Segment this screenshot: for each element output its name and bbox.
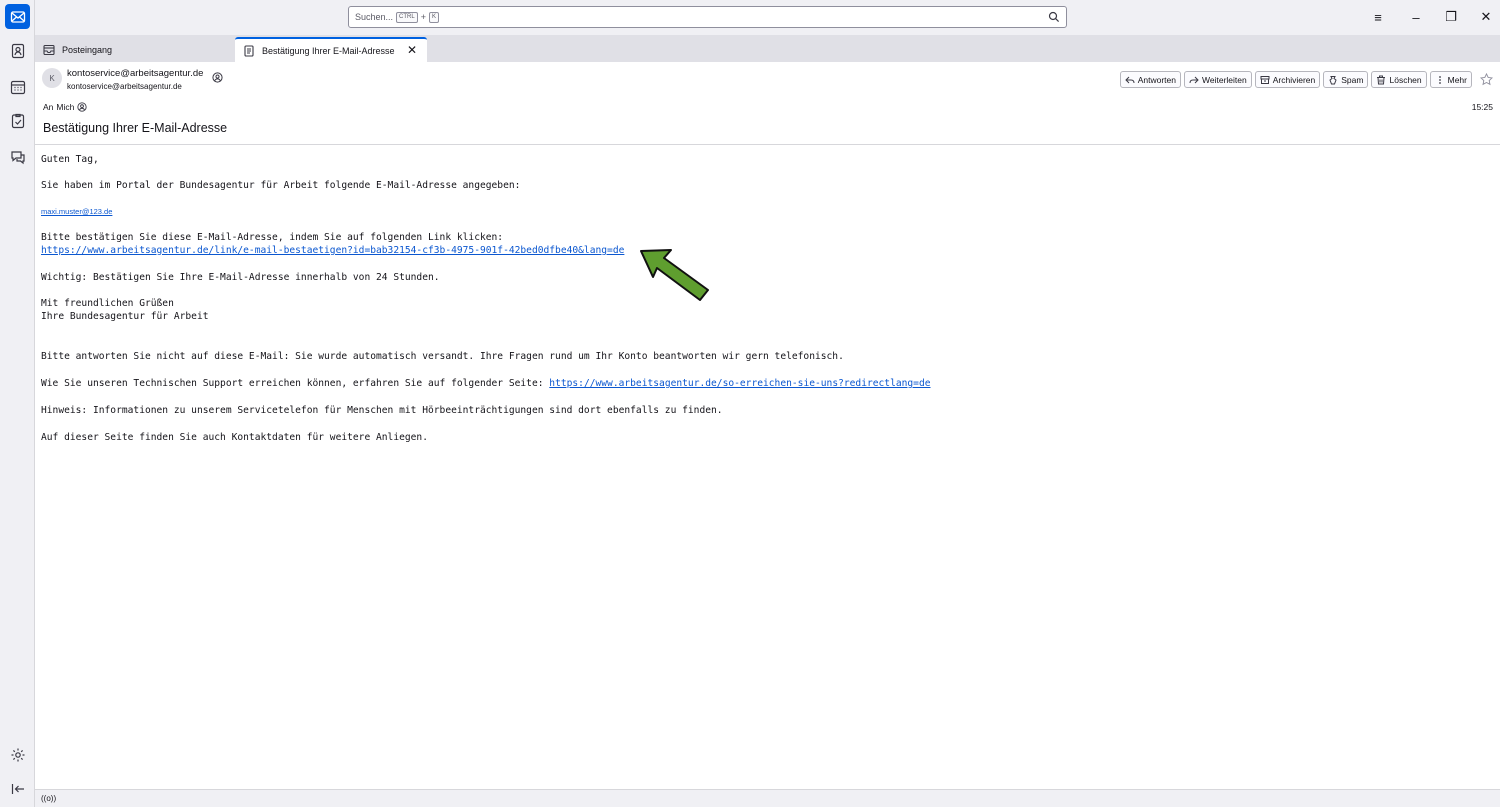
settings-button[interactable] bbox=[5, 742, 30, 767]
annotation-arrow-icon bbox=[640, 249, 709, 301]
delete-button[interactable]: Löschen bbox=[1371, 71, 1427, 88]
support-link[interactable]: https://www.arbeitsagentur.de/so-erreich… bbox=[549, 378, 930, 389]
closing-line-2: Ihre Bundesagentur für Arbeit bbox=[41, 311, 209, 322]
confirm-text: Bitte bestätigen Sie diese E-Mail-Adress… bbox=[41, 232, 504, 243]
forward-icon bbox=[1189, 76, 1199, 83]
intro-text: Sie haben im Portal der Bundesagentur fü… bbox=[41, 180, 521, 191]
message-subject: Bestätigung Ihrer E-Mail-Adresse bbox=[43, 121, 228, 135]
noreply-text: Bitte antworten Sie nicht auf diese E-Ma… bbox=[41, 351, 844, 362]
sender-email[interactable]: kontoservice@arbeitsagentur.de bbox=[67, 82, 182, 91]
tasks-icon bbox=[11, 113, 24, 128]
contact-text: Auf dieser Seite finden Sie auch Kontakt… bbox=[41, 432, 428, 443]
contact-icon[interactable] bbox=[77, 102, 87, 112]
close-window-button[interactable]: ✕ bbox=[1474, 6, 1498, 28]
hint-text: Hinweis: Informationen zu unserem Servic… bbox=[41, 405, 723, 416]
to-label: An bbox=[43, 102, 54, 112]
tab-inbox-label: Posteingang bbox=[62, 44, 113, 55]
spam-icon bbox=[1329, 75, 1337, 84]
spam-button[interactable]: Spam bbox=[1323, 71, 1369, 88]
important-text: Wichtig: Bestätigen Sie Ihre E-Mail-Adre… bbox=[41, 272, 440, 283]
title-bar: Suchen... CTRL + K ≡ – ❐ ✕ bbox=[35, 0, 1500, 35]
mail-space-button[interactable] bbox=[5, 4, 30, 29]
message-header: K kontoservice@arbeitsagentur.de kontose… bbox=[35, 62, 1500, 145]
shortcut-key-ctrl: CTRL bbox=[396, 11, 418, 23]
support-text: Wie Sie unseren Technischen Support erre… bbox=[41, 378, 550, 389]
minimize-button[interactable]: – bbox=[1404, 6, 1428, 28]
archive-label: Archivieren bbox=[1272, 74, 1316, 85]
recipient-line: An Mich bbox=[43, 102, 87, 112]
online-status-icon[interactable]: ((o)) bbox=[41, 794, 56, 803]
app-menu-button[interactable]: ≡ bbox=[1366, 6, 1390, 28]
greeting: Guten Tag, bbox=[41, 154, 99, 165]
tab-inbox[interactable]: Posteingang bbox=[35, 37, 233, 62]
inbox-icon bbox=[43, 44, 55, 56]
tab-strip: Posteingang Bestätigung Ihrer E-Mail-Adr… bbox=[35, 35, 1500, 62]
forward-button[interactable]: Weiterleiten bbox=[1184, 71, 1252, 88]
search-placeholder: Suchen... bbox=[355, 12, 394, 22]
spaces-toolbar bbox=[0, 0, 35, 807]
chat-space-button[interactable] bbox=[5, 144, 30, 169]
sender-name[interactable]: kontoservice@arbeitsagentur.de bbox=[67, 68, 203, 79]
tab-message-label: Bestätigung Ihrer E-Mail-Adresse bbox=[262, 45, 395, 56]
archive-icon bbox=[1260, 75, 1270, 84]
message-icon bbox=[243, 44, 255, 57]
addressbook-space-button[interactable] bbox=[5, 38, 30, 63]
to-value[interactable]: Mich bbox=[56, 102, 74, 112]
message-time: 15:25 bbox=[1471, 102, 1493, 112]
more-label: Mehr bbox=[1447, 74, 1467, 85]
add-contact-icon[interactable] bbox=[212, 72, 223, 83]
reply-icon bbox=[1125, 76, 1135, 83]
reply-button[interactable]: Antworten bbox=[1119, 71, 1181, 88]
addressbook-icon bbox=[11, 43, 24, 58]
gear-icon bbox=[11, 748, 24, 761]
confirmation-link[interactable]: https://www.arbeitsagentur.de/link/e-mai… bbox=[41, 245, 624, 256]
more-icon bbox=[1438, 75, 1441, 84]
tab-message[interactable]: Bestätigung Ihrer E-Mail-Adresse ✕ bbox=[235, 37, 427, 62]
calendar-icon bbox=[10, 80, 25, 94]
mail-icon bbox=[10, 10, 25, 23]
shortcut-plus: + bbox=[420, 12, 426, 22]
forward-label: Weiterleiten bbox=[1202, 74, 1247, 85]
more-button[interactable]: Mehr bbox=[1429, 71, 1472, 88]
closing-line-1: Mit freundlichen Grüßen bbox=[41, 298, 174, 309]
message-actions: Antworten Weiterleiten Archivieren Spam … bbox=[1119, 71, 1472, 88]
archive-button[interactable]: Archivieren bbox=[1254, 71, 1321, 88]
avatar: K bbox=[42, 68, 62, 88]
collapse-toolbar-button[interactable] bbox=[5, 776, 30, 801]
global-search-input[interactable]: Suchen... CTRL + K bbox=[348, 6, 1067, 28]
chat-icon bbox=[10, 150, 25, 164]
email-address-link[interactable]: maxi.muster@123.de bbox=[41, 207, 112, 216]
tasks-space-button[interactable] bbox=[5, 108, 30, 133]
star-icon[interactable] bbox=[1480, 73, 1493, 86]
status-bar: ((o)) bbox=[35, 789, 1500, 807]
reply-label: Antworten bbox=[1137, 74, 1176, 85]
search-icon bbox=[1048, 11, 1060, 23]
calendar-space-button[interactable] bbox=[5, 74, 30, 99]
spam-label: Spam bbox=[1341, 74, 1364, 85]
collapse-left-icon bbox=[11, 783, 24, 794]
close-tab-icon[interactable]: ✕ bbox=[405, 43, 419, 57]
restore-button[interactable]: ❐ bbox=[1439, 6, 1463, 28]
delete-label: Löschen bbox=[1389, 74, 1422, 85]
shortcut-key-k: K bbox=[428, 11, 439, 23]
trash-icon bbox=[1377, 75, 1386, 84]
